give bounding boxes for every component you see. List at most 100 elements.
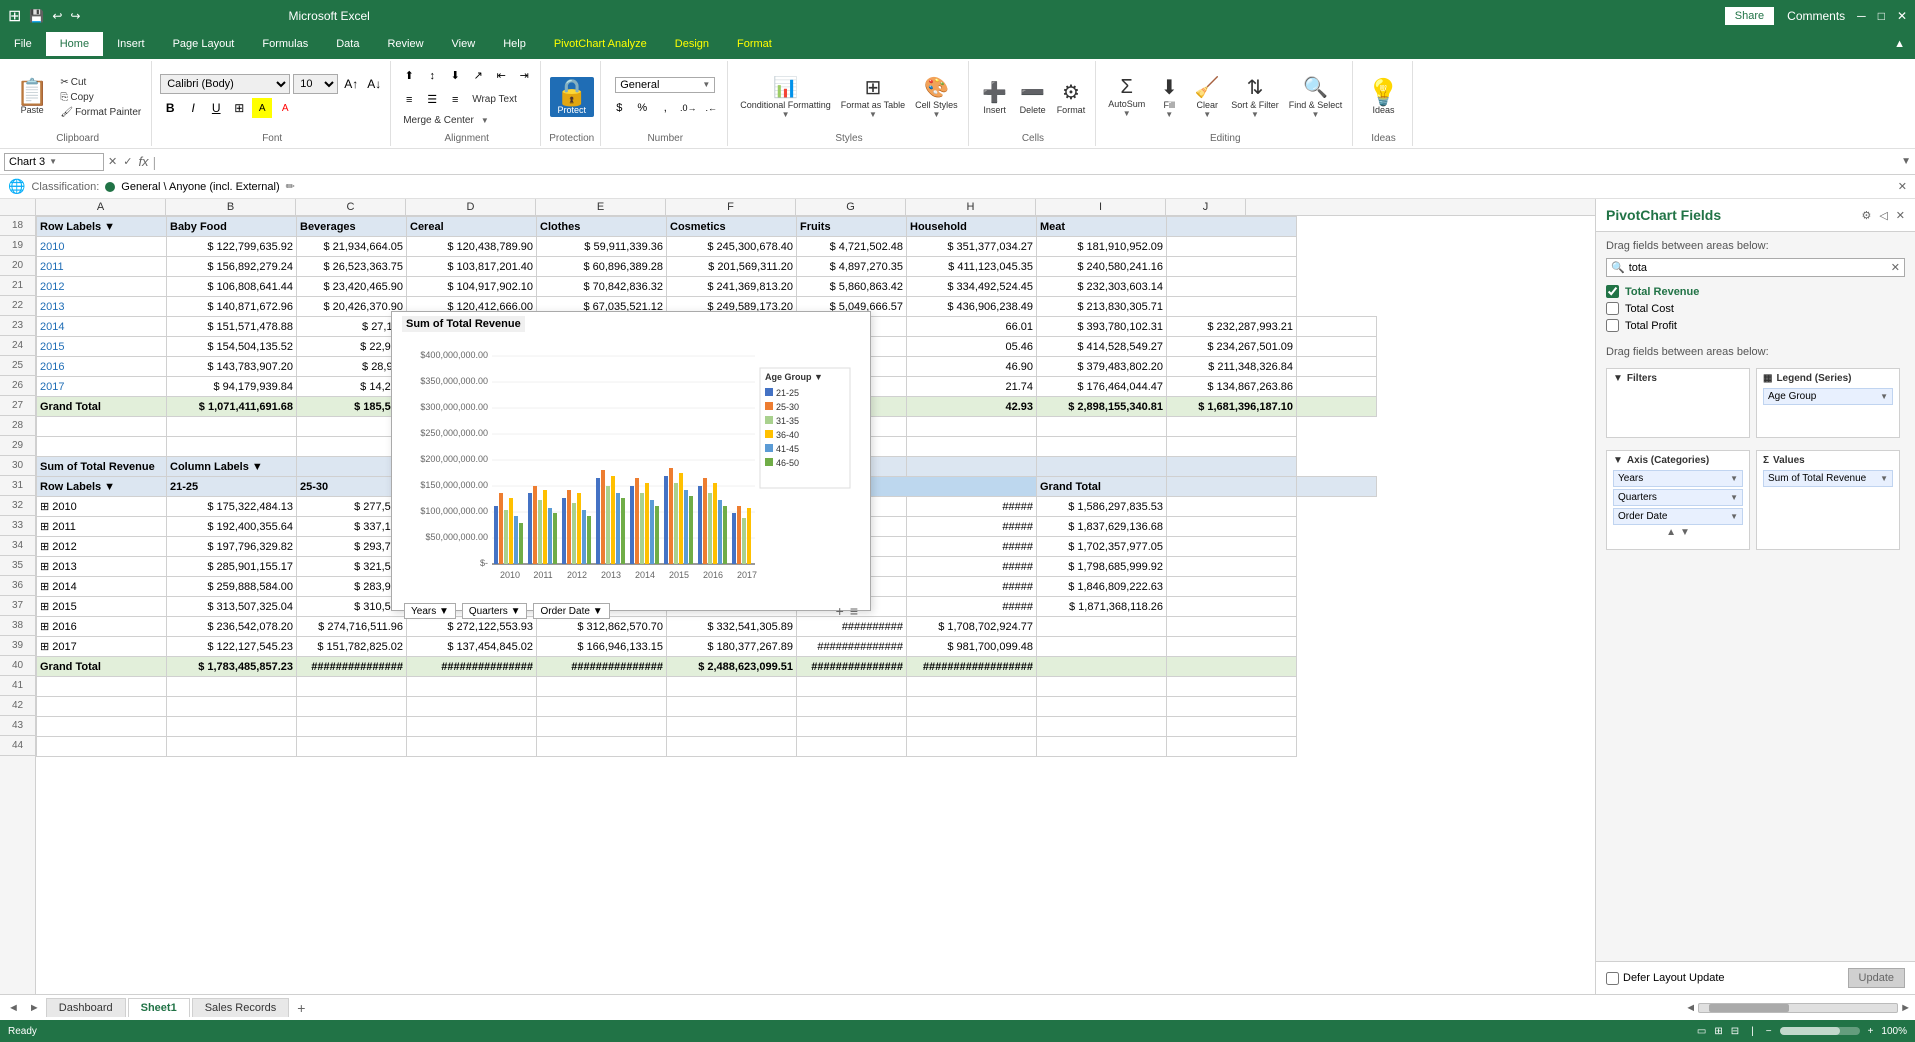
decimal-increase-button[interactable]: .0→ xyxy=(678,98,698,118)
cell-38-7[interactable]: $ 1,708,702,924.77 xyxy=(907,617,1037,637)
cell-20-5[interactable]: $ 201,569,311.20 xyxy=(667,257,797,277)
cell-24-8[interactable]: $ 414,528,549.27 xyxy=(1037,337,1167,357)
cell-38-9[interactable] xyxy=(1167,617,1297,637)
cell-41-4[interactable] xyxy=(537,677,667,697)
row-num-37[interactable]: 37 xyxy=(0,596,35,616)
cell-20-6[interactable]: $ 4,897,270.35 xyxy=(797,257,907,277)
cell-20-4[interactable]: $ 60,896,389.28 xyxy=(537,257,667,277)
app-menu-icon[interactable]: ⊞ xyxy=(8,6,21,26)
tab-design[interactable]: Design xyxy=(661,32,723,59)
tab-sales-records[interactable]: Sales Records xyxy=(192,998,290,1017)
cell-35-1[interactable]: $ 285,901,155.17 xyxy=(167,557,297,577)
cell-34-0[interactable]: ⊞ 2012 xyxy=(37,537,167,557)
cell-35-2[interactable]: $ 321,543 xyxy=(297,557,407,577)
row-num-34[interactable]: 34 xyxy=(0,536,35,556)
cell-43-9[interactable] xyxy=(1167,717,1297,737)
cell-31-9[interactable] xyxy=(1297,477,1377,497)
cell-20-0[interactable]: 2011 xyxy=(37,257,167,277)
cell-41-1[interactable] xyxy=(167,677,297,697)
cell-28-7[interactable] xyxy=(907,417,1037,437)
cell-38-0[interactable]: ⊞ 2016 xyxy=(37,617,167,637)
cell-19-6[interactable]: $ 4,721,502.48 xyxy=(797,237,907,257)
pivot-search-input[interactable] xyxy=(1629,262,1887,274)
cell-25-1[interactable]: $ 143,783,907.20 xyxy=(167,357,297,377)
cell-36-0[interactable]: ⊞ 2014 xyxy=(37,577,167,597)
cell-18-1[interactable]: Baby Food xyxy=(167,217,297,237)
cell-22-1[interactable]: $ 140,871,672.96 xyxy=(167,297,297,317)
cell-25-2[interactable]: $ 28,93* xyxy=(297,357,407,377)
cell-43-2[interactable] xyxy=(297,717,407,737)
col-header-e[interactable]: E xyxy=(536,199,666,215)
cell-30-2[interactable] xyxy=(297,457,407,477)
cell-18-3[interactable]: Cereal xyxy=(407,217,537,237)
wrap-text-button[interactable]: Wrap Text xyxy=(468,93,521,106)
cell-19-0[interactable]: 2010 xyxy=(37,237,167,257)
cell-32-9[interactable] xyxy=(1167,497,1297,517)
tab-home[interactable]: Home xyxy=(46,32,103,59)
years-dropdown[interactable]: ▼ xyxy=(1730,474,1738,483)
cell-24-9[interactable]: $ 234,267,501.09 xyxy=(1167,337,1297,357)
cell-24-0[interactable]: 2015 xyxy=(37,337,167,357)
cell-26-2[interactable]: $ 14,215 xyxy=(297,377,407,397)
cell-42-7[interactable] xyxy=(907,697,1037,717)
classification-close-button[interactable]: ✕ xyxy=(1898,180,1907,193)
cell-27-2[interactable]: $ 185,550 xyxy=(297,397,407,417)
cell-18-4[interactable]: Clothes xyxy=(537,217,667,237)
quick-access-redo[interactable]: ↪ xyxy=(70,9,80,23)
align-right-button[interactable]: ≡ xyxy=(445,90,465,110)
format-cells-button[interactable]: ⚙ Format xyxy=(1053,78,1090,117)
row-num-20[interactable]: 20 xyxy=(0,256,35,276)
order-date-filter-button[interactable]: Order Date ▼ xyxy=(533,603,609,619)
cell-20-7[interactable]: $ 411,123,045.35 xyxy=(907,257,1037,277)
pivot-field-total-cost[interactable]: Total Cost xyxy=(1606,300,1905,317)
cell-38-8[interactable] xyxy=(1037,617,1167,637)
cell-21-7[interactable]: $ 334,492,524.45 xyxy=(907,277,1037,297)
copy-button[interactable]: ⎘ Copy xyxy=(56,91,145,104)
tab-data[interactable]: Data xyxy=(322,32,373,59)
font-shrink-button[interactable]: A↓ xyxy=(364,74,384,94)
format-table-button[interactable]: ⊞ Format as Table ▼ xyxy=(837,73,909,121)
decimal-decrease-button[interactable]: .← xyxy=(701,98,721,118)
cell-42-2[interactable] xyxy=(297,697,407,717)
cell-41-5[interactable] xyxy=(667,677,797,697)
cell-19-5[interactable]: $ 245,300,678.40 xyxy=(667,237,797,257)
cell-41-2[interactable] xyxy=(297,677,407,697)
row-num-43[interactable]: 43 xyxy=(0,716,35,736)
col-header-j[interactable]: J xyxy=(1166,199,1246,215)
cell-21-2[interactable]: $ 23,420,465.90 xyxy=(297,277,407,297)
align-middle-button[interactable]: ↕ xyxy=(422,66,442,86)
scroll-left-button[interactable]: ◄ xyxy=(1685,1002,1696,1014)
cell-37-1[interactable]: $ 313,507,325.04 xyxy=(167,597,297,617)
cell-32-1[interactable]: $ 175,322,484.13 xyxy=(167,497,297,517)
cell-25-10[interactable] xyxy=(1297,357,1377,377)
pivot-collapse-icon[interactable]: ◁ xyxy=(1879,209,1887,222)
cell-22-2[interactable]: $ 20,426,370.90 xyxy=(297,297,407,317)
col-header-g[interactable]: G xyxy=(796,199,906,215)
tab-help[interactable]: Help xyxy=(489,32,540,59)
autosum-button[interactable]: Σ AutoSum ▼ xyxy=(1104,74,1149,120)
chart-add-button[interactable]: + xyxy=(836,603,844,619)
cell-29-0[interactable] xyxy=(37,437,167,457)
values-sum-item[interactable]: Sum of Total Revenue ▼ xyxy=(1763,470,1893,487)
cell-35-0[interactable]: ⊞ 2013 xyxy=(37,557,167,577)
cell-26-1[interactable]: $ 94,179,939.84 xyxy=(167,377,297,397)
cell-21-8[interactable]: $ 232,303,603.14 xyxy=(1037,277,1167,297)
cell-19-1[interactable]: $ 122,799,635.92 xyxy=(167,237,297,257)
cell-44-1[interactable] xyxy=(167,737,297,757)
align-bottom-button[interactable]: ⬇ xyxy=(445,66,465,86)
row-num-28[interactable]: 28 xyxy=(0,416,35,436)
cell-21-4[interactable]: $ 70,842,836.32 xyxy=(537,277,667,297)
cell-44-6[interactable] xyxy=(797,737,907,757)
cell-42-8[interactable] xyxy=(1037,697,1167,717)
col-header-d[interactable]: D xyxy=(406,199,536,215)
pivot-settings-icon[interactable]: ⚙ xyxy=(1861,209,1871,222)
cell-31-1[interactable]: 21-25 xyxy=(167,477,297,497)
cell-20-9[interactable] xyxy=(1167,257,1297,277)
row-num-24[interactable]: 24 xyxy=(0,336,35,356)
number-format-dropdown[interactable]: ▼ xyxy=(702,80,710,89)
clear-button[interactable]: 🧹 Clear ▼ xyxy=(1189,73,1225,121)
cell-39-3[interactable]: $ 137,454,845.02 xyxy=(407,637,537,657)
cell-42-5[interactable] xyxy=(667,697,797,717)
cell-44-0[interactable] xyxy=(37,737,167,757)
tab-view[interactable]: View xyxy=(438,32,490,59)
